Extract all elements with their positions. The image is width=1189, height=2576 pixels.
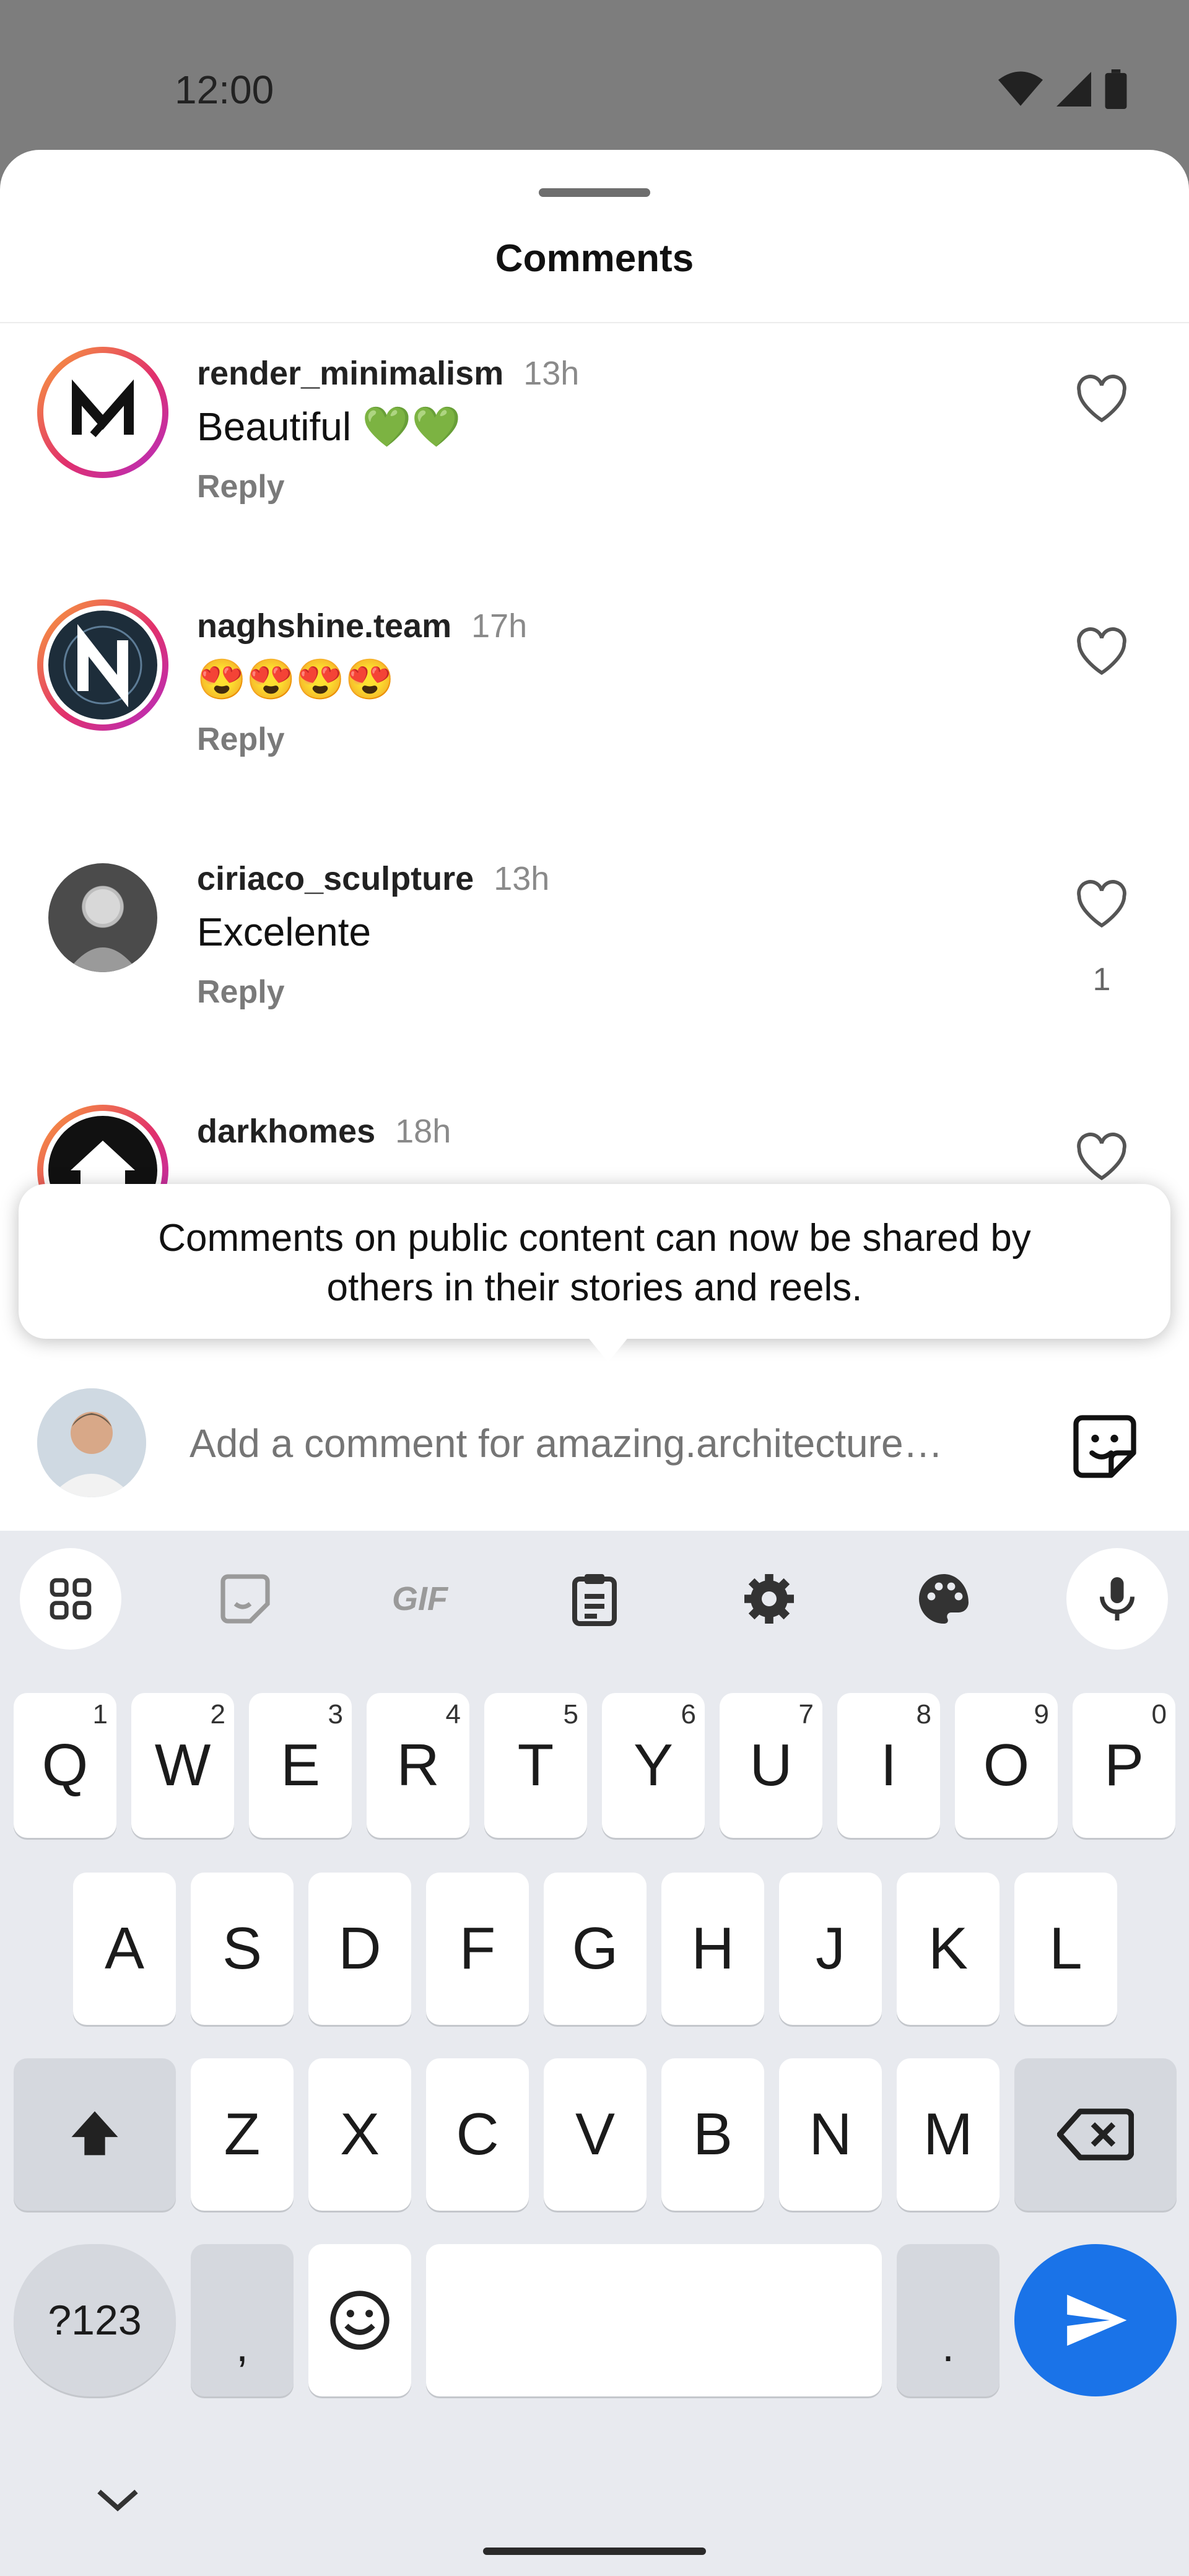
drag-handle[interactable] — [539, 188, 650, 197]
comment-username[interactable]: render_minimalism 13h — [197, 354, 579, 393]
comment-time: 18h — [395, 1113, 451, 1150]
logo-icon — [72, 379, 134, 437]
key-f[interactable]: F — [426, 1873, 529, 2025]
comment-text: Excelente — [197, 910, 372, 954]
heart-icon[interactable] — [1074, 879, 1130, 929]
battery-icon — [1105, 69, 1127, 109]
heart-icon[interactable] — [1074, 1132, 1130, 1181]
backspace-icon — [1057, 2108, 1134, 2160]
key-j[interactable]: J — [779, 1873, 882, 2025]
palette-icon[interactable] — [893, 1548, 995, 1650]
comment-item: render_minimalism 13h Beautiful 💚💚 Reply — [0, 324, 1189, 572]
comment-username[interactable]: ciriaco_sculpture 13h — [197, 859, 549, 898]
reply-button[interactable]: Reply — [197, 973, 285, 1011]
status-icons — [998, 69, 1127, 109]
comment-time: 17h — [471, 607, 528, 645]
mic-icon[interactable] — [1066, 1548, 1168, 1650]
sheet-title: Comments — [495, 237, 694, 280]
key-x[interactable]: X — [308, 2058, 411, 2211]
comment-item: ciriaco_sculpture 13h Excelente Reply 1 — [0, 830, 1189, 1077]
status-time: 12:00 — [175, 67, 274, 112]
key-z[interactable]: Z — [191, 2058, 294, 2211]
key-m[interactable]: M — [897, 2058, 1000, 2211]
avatar[interactable] — [37, 599, 168, 731]
apps-grid-icon[interactable] — [20, 1548, 121, 1650]
shift-icon — [71, 2111, 118, 2156]
comma-key[interactable]: , — [191, 2244, 294, 2396]
emoji-icon — [330, 2291, 390, 2350]
divider — [0, 322, 1189, 323]
tooltip-text: Comments on public content can now be sh… — [158, 1217, 1031, 1309]
home-indicator[interactable] — [483, 2548, 706, 2555]
heart-icon[interactable] — [1074, 374, 1130, 424]
key-i[interactable]: I8 — [837, 1693, 940, 1838]
sticker-icon[interactable] — [194, 1548, 296, 1650]
key-u[interactable]: U7 — [720, 1693, 822, 1838]
space-key[interactable] — [426, 2244, 882, 2396]
emoji-key[interactable] — [308, 2244, 411, 2396]
heart-icon[interactable] — [1074, 627, 1130, 676]
key-a[interactable]: A — [73, 1873, 176, 2025]
chevron-down-icon[interactable] — [93, 2484, 142, 2515]
sticker-icon[interactable] — [1066, 1408, 1143, 1485]
key-d[interactable]: D — [308, 1873, 411, 2025]
person-photo-icon — [67, 889, 139, 972]
reply-button[interactable]: Reply — [197, 468, 285, 505]
key-q[interactable]: Q1 — [14, 1693, 116, 1838]
key-v[interactable]: V — [544, 2058, 647, 2211]
settings-icon[interactable] — [718, 1548, 820, 1650]
status-bar: 12:00 — [0, 0, 1189, 152]
key-n[interactable]: N — [779, 2058, 882, 2211]
key-b[interactable]: B — [661, 2058, 764, 2211]
key-w[interactable]: W2 — [131, 1693, 234, 1838]
clipboard-icon[interactable] — [544, 1548, 645, 1650]
comment-username[interactable]: darkhomes 18h — [197, 1112, 451, 1151]
avatar[interactable] — [37, 852, 168, 983]
key-g[interactable]: G — [544, 1873, 647, 2025]
key-c[interactable]: C — [426, 2058, 529, 2211]
like-count: 1 — [1092, 962, 1111, 998]
comment-time: 13h — [523, 355, 580, 392]
comment-input[interactable] — [189, 1409, 1013, 1477]
wifi-icon — [998, 71, 1043, 106]
comment-username[interactable]: naghshine.team 17h — [197, 607, 527, 645]
reply-button[interactable]: Reply — [197, 721, 285, 758]
avatar[interactable] — [37, 347, 168, 478]
comment-text: 😍😍😍😍 — [197, 657, 394, 702]
keyboard: GIF Q1 W2 E3 R4 T5 Y6 U7 I8 O9 P0 A S D … — [0, 1531, 1189, 2576]
cellular-signal-icon — [1056, 72, 1091, 107]
key-p[interactable]: P0 — [1073, 1693, 1175, 1838]
key-r[interactable]: R4 — [367, 1693, 469, 1838]
backspace-key[interactable] — [1014, 2058, 1177, 2211]
comment-time: 13h — [494, 860, 550, 897]
avatar — [37, 1388, 146, 1497]
key-e[interactable]: E3 — [249, 1693, 352, 1838]
shift-key[interactable] — [14, 2058, 176, 2211]
key-s[interactable]: S — [191, 1873, 294, 2025]
comment-item: naghshine.team 17h 😍😍😍😍 Reply — [0, 577, 1189, 825]
send-icon — [1067, 2294, 1127, 2346]
send-key[interactable] — [1014, 2244, 1177, 2396]
tooltip: Comments on public content can now be sh… — [19, 1184, 1170, 1339]
comment-composer — [0, 1362, 1189, 1531]
key-l[interactable]: L — [1014, 1873, 1117, 2025]
comment-text: Beautiful 💚💚 — [197, 404, 461, 449]
user-photo-icon — [37, 1388, 146, 1497]
key-y[interactable]: Y6 — [602, 1693, 705, 1838]
key-h[interactable]: H — [661, 1873, 764, 2025]
key-t[interactable]: T5 — [484, 1693, 587, 1838]
gif-icon[interactable]: GIF — [369, 1548, 471, 1650]
key-o[interactable]: O9 — [955, 1693, 1058, 1838]
period-key[interactable]: . — [897, 2244, 1000, 2396]
symbols-key[interactable]: ?123 — [14, 2244, 176, 2396]
tooltip-tail — [587, 1336, 629, 1362]
logo-icon — [63, 624, 142, 708]
key-k[interactable]: K — [897, 1873, 1000, 2025]
